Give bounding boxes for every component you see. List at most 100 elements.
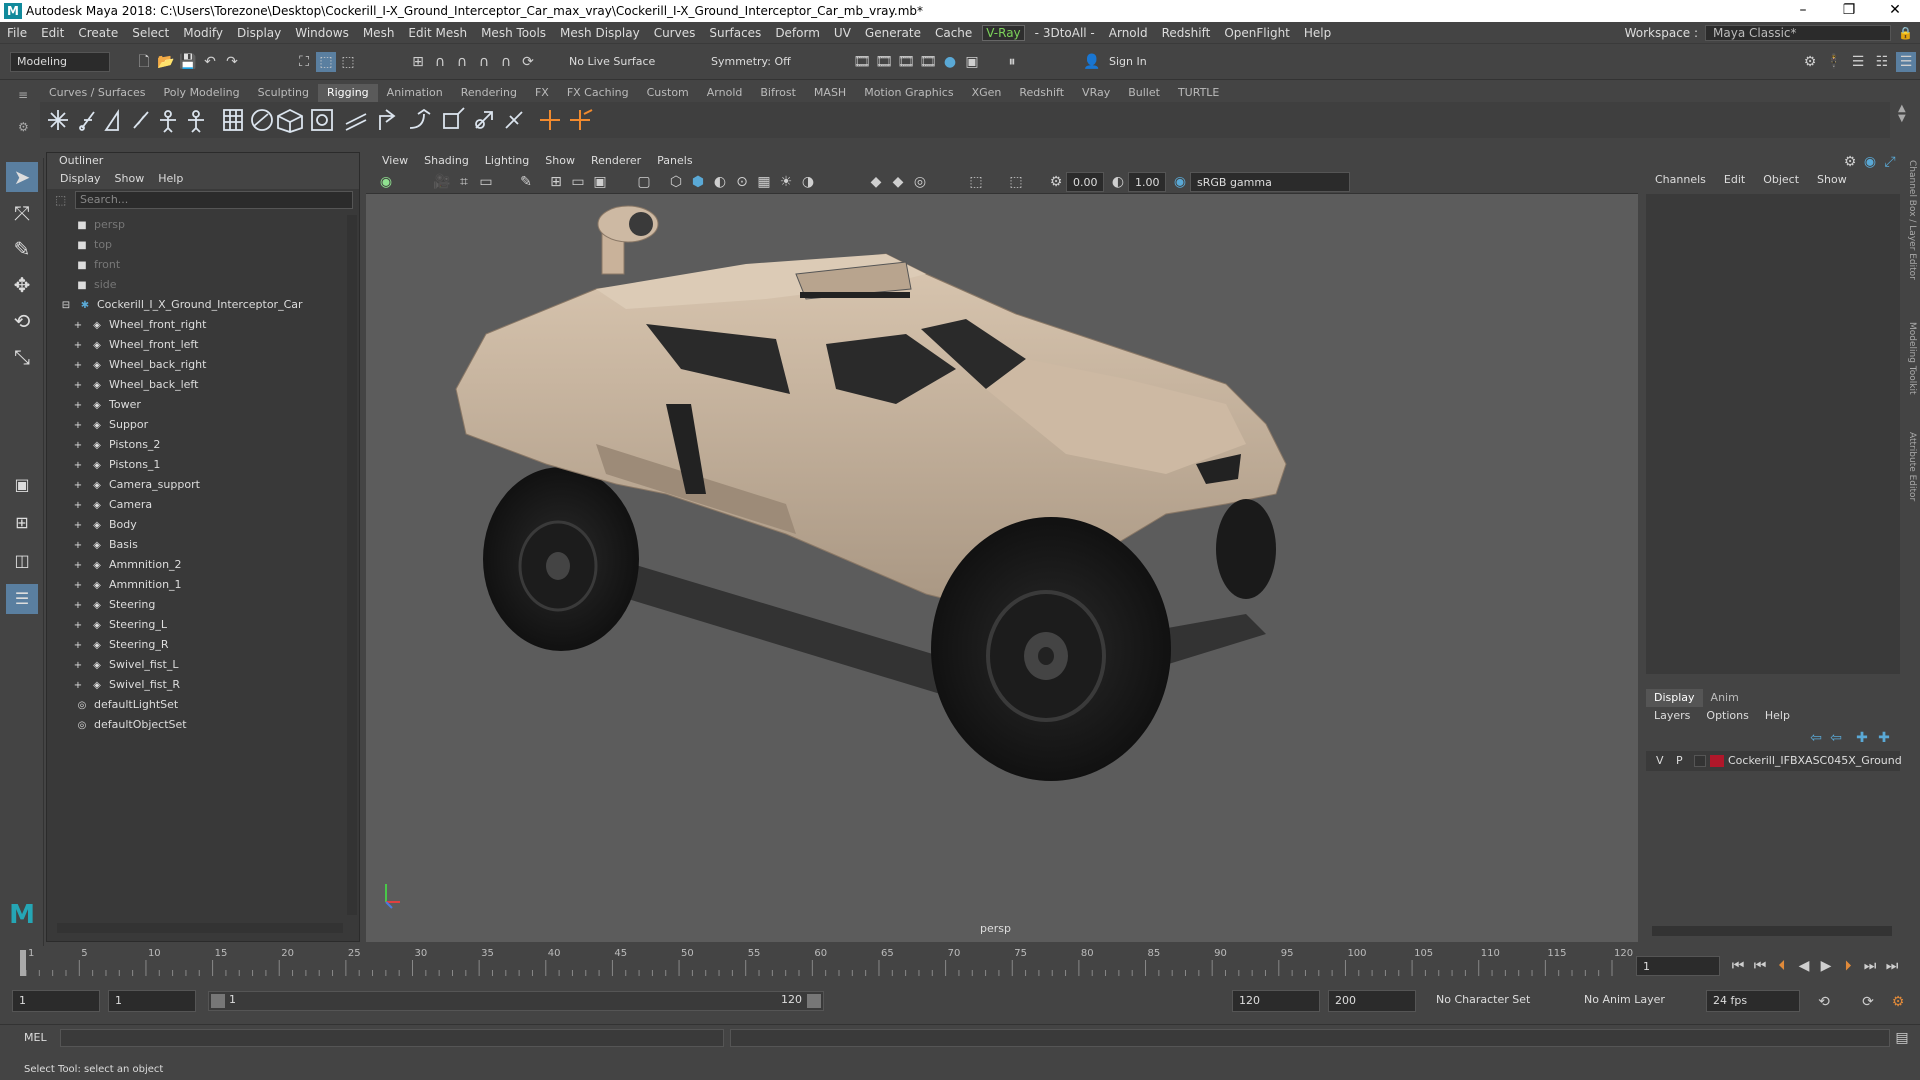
auto-key-icon[interactable]: ⟳ — [1858, 992, 1878, 1012]
textured-icon[interactable]: ▦ — [754, 172, 774, 192]
menu-mesh-display[interactable]: Mesh Display — [553, 26, 647, 40]
ipr-render-icon[interactable]: 🎞 — [896, 52, 916, 72]
menu-mesh-tools[interactable]: Mesh Tools — [474, 26, 553, 40]
expand-icon[interactable]: + — [71, 336, 85, 356]
constraint-parent-icon[interactable] — [345, 113, 367, 131]
expand-icon[interactable]: + — [71, 676, 85, 696]
viewport-menu-renderer[interactable]: Renderer — [583, 152, 649, 170]
viewport-menu-view[interactable]: View — [374, 152, 416, 170]
wireframe-on-shaded-icon[interactable]: ◐ — [710, 172, 730, 192]
step-forward-key-icon[interactable]: ⏭ — [1860, 956, 1880, 976]
close-icon[interactable]: ✕ — [1872, 0, 1918, 22]
outliner-layout-icon[interactable]: ☰ — [6, 584, 38, 614]
isolate-select-view-icon[interactable]: ⬚ — [966, 172, 986, 192]
list-item[interactable]: + ◈ Ammnition_2 — [71, 555, 182, 575]
anim-prefs-icon[interactable]: ⚙ — [1888, 992, 1908, 1012]
expand-icon[interactable]: + — [71, 596, 85, 616]
tab-display[interactable]: Display — [1646, 689, 1703, 707]
tab-modeling-toolkit[interactable]: Modeling Toolkit — [1907, 322, 1917, 395]
list-item[interactable]: + ◈ Wheel_back_left — [71, 375, 199, 396]
render-sequence-icon[interactable]: 🎞 — [874, 52, 894, 72]
step-back-key-icon[interactable]: ⏮ — [1750, 956, 1770, 976]
menu-vray[interactable]: V-Ray — [982, 24, 1025, 41]
single-view-layout-icon[interactable]: ▣ — [6, 470, 38, 500]
layer-color-swatch[interactable] — [1710, 755, 1724, 767]
layer-playback-toggle[interactable]: P — [1676, 751, 1683, 771]
grid-toggle-icon[interactable]: ⊞ — [546, 172, 566, 192]
attribute-editor-icon[interactable]: ☰ — [1848, 52, 1868, 72]
range-slider[interactable]: 1 120 — [208, 991, 824, 1011]
new-scene-icon[interactable]: 🗋 — [134, 52, 154, 72]
command-input[interactable] — [60, 1029, 724, 1047]
outliner-menu-show[interactable]: Show — [108, 169, 152, 189]
step-back-frame-icon[interactable]: ⏴ — [1772, 956, 1792, 976]
expand-icon[interactable]: + — [71, 636, 85, 656]
list-item[interactable]: + ◈ Ammnition_1 — [71, 575, 182, 595]
list-item[interactable]: + ◈ Swivel_fist_L — [71, 655, 179, 675]
layer-visibility-toggle[interactable]: V — [1656, 751, 1664, 771]
live-surface-field[interactable]: No Live Surface — [562, 52, 666, 72]
scale-tool-icon[interactable]: ⤡ — [6, 342, 38, 372]
menu-create[interactable]: Create — [71, 26, 125, 40]
menu-generate[interactable]: Generate — [858, 26, 928, 40]
play-forwards-icon[interactable]: ▶ — [1816, 956, 1836, 976]
expand-icon[interactable]: + — [71, 356, 85, 376]
list-item[interactable]: + ◈ Body — [71, 515, 137, 535]
snap-curve-icon[interactable]: ∩ — [430, 52, 450, 72]
isolate-select-icon[interactable]: ◆ — [866, 172, 886, 192]
step-forward-frame-icon[interactable]: ⏵ — [1838, 956, 1858, 976]
cluster-icon[interactable] — [311, 109, 333, 131]
list-item-group[interactable]: ⊟ ✱ Cockerill_I_X_Ground_Interceptor_Car — [59, 295, 303, 315]
range-slider-end-handle[interactable] — [807, 994, 821, 1008]
shelf-tab-curves-surfaces[interactable]: Curves / Surfaces — [40, 84, 155, 102]
gamma-icon[interactable]: ◐ — [1108, 172, 1128, 192]
shelf-tab-xgen[interactable]: XGen — [963, 84, 1011, 102]
menu-arnold[interactable]: Arnold — [1102, 26, 1155, 40]
menu-select[interactable]: Select — [125, 26, 176, 40]
snap-grid-icon[interactable]: ⊞ — [408, 52, 428, 72]
cluster-handle-icon[interactable] — [570, 109, 593, 130]
view-transform-dropdown[interactable]: sRGB gamma — [1190, 172, 1350, 192]
menu-set-dropdown[interactable]: Modeling — [10, 52, 110, 72]
animation-start-field[interactable]: 1 — [12, 990, 100, 1012]
move-layer-up-icon[interactable]: ⇦ — [1806, 728, 1826, 748]
list-item[interactable]: + ◈ Pistons_2 — [71, 435, 161, 456]
resolution-gate-icon[interactable]: ▣ — [590, 172, 610, 192]
outliner-horizontal-scrollbar[interactable] — [57, 923, 343, 933]
expand-icon[interactable]: + — [71, 496, 85, 516]
restore-icon[interactable]: ❐ — [1826, 0, 1872, 22]
list-item[interactable]: ■ persp — [75, 215, 125, 235]
bookmarks-icon[interactable]: ⌗ — [454, 172, 474, 192]
command-language-label[interactable]: MEL — [24, 1031, 47, 1044]
tool-settings-icon[interactable]: ☷ — [1872, 52, 1892, 72]
exposure-icon[interactable]: ⚙ — [1046, 172, 1066, 192]
channel-box-menu-show[interactable]: Show — [1808, 170, 1856, 190]
expand-icon[interactable]: + — [71, 436, 85, 456]
layer-name[interactable]: Cockerill_IFBXASC045X_Ground — [1728, 751, 1902, 771]
constraint-scale-icon[interactable] — [443, 107, 465, 129]
new-layer-selected-icon[interactable]: ✚ — [1874, 728, 1894, 748]
shelf-tab-bifrost[interactable]: Bifrost — [751, 84, 805, 102]
constraint-aim-icon[interactable] — [475, 111, 493, 129]
tab-attribute-editor[interactable]: Attribute Editor — [1907, 432, 1917, 501]
undo-icon[interactable]: ↶ — [200, 52, 220, 72]
hypershade-icon[interactable]: ● — [940, 52, 960, 72]
attribute-toggle-icon[interactable]: ◉ — [1860, 152, 1880, 172]
list-item[interactable]: ◎ defaultObjectSet — [75, 715, 187, 735]
character-set-dropdown[interactable]: No Character Set — [1436, 993, 1530, 1006]
shelf-tab-rendering[interactable]: Rendering — [452, 84, 526, 102]
bind-skin-icon[interactable] — [223, 109, 243, 131]
viewport-panel[interactable]: View Shading Lighting Show Renderer Pane… — [366, 152, 1638, 942]
new-layer-icon[interactable]: ✚ — [1852, 728, 1872, 748]
expand-icon[interactable]: + — [71, 376, 85, 396]
select-tool-icon[interactable]: ➤ — [6, 162, 38, 192]
four-view-layout-icon[interactable]: ⊞ — [6, 508, 38, 538]
outliner-search-input[interactable]: Search... — [75, 191, 353, 209]
list-item[interactable]: + ◈ Pistons_1 — [71, 455, 161, 475]
pause-icon[interactable]: ⏸ — [1002, 52, 1022, 72]
lock-icon[interactable]: 🔒 — [1891, 26, 1920, 40]
shelf-tab-sculpting[interactable]: Sculpting — [249, 84, 318, 102]
render-frame-icon[interactable]: 🎞 — [852, 52, 872, 72]
select-component-icon[interactable]: ⬚ — [338, 52, 358, 72]
list-item[interactable]: + ◈ Steering_L — [71, 615, 167, 635]
